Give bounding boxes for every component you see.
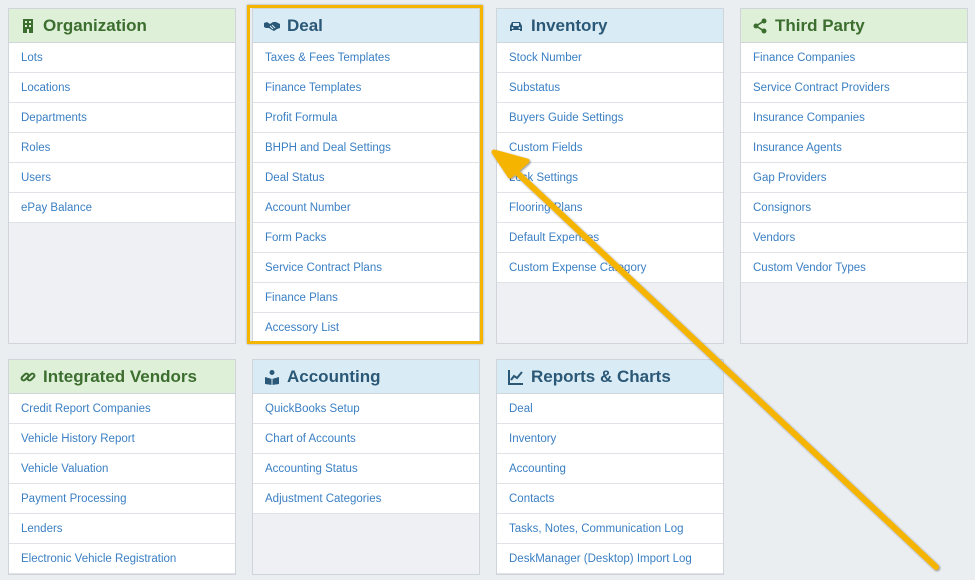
- third-party-item[interactable]: Finance Companies: [741, 43, 967, 73]
- organization-item[interactable]: Locations: [9, 73, 235, 103]
- inventory-list: Stock Number Substatus Buyers Guide Sett…: [497, 43, 723, 283]
- integrated-vendors-item[interactable]: Lenders: [9, 514, 235, 544]
- inventory-item[interactable]: Default Expenses: [497, 223, 723, 253]
- organization-item[interactable]: Lots: [9, 43, 235, 73]
- deal-item[interactable]: Taxes & Fees Templates: [253, 43, 479, 73]
- reports-header: Reports & Charts: [497, 360, 723, 394]
- inventory-item[interactable]: Buyers Guide Settings: [497, 103, 723, 133]
- users-book-icon: [264, 369, 280, 385]
- third-party-item[interactable]: Vendors: [741, 223, 967, 253]
- reports-title: Reports & Charts: [531, 366, 671, 386]
- integrated-vendors-item[interactable]: Electronic Vehicle Registration: [9, 544, 235, 574]
- reports-list: Deal Inventory Accounting Contacts Tasks…: [497, 394, 723, 574]
- reports-item[interactable]: Accounting: [497, 454, 723, 484]
- integrated-vendors-item[interactable]: Payment Processing: [9, 484, 235, 514]
- inventory-item[interactable]: Custom Fields: [497, 133, 723, 163]
- building-icon: [20, 18, 36, 34]
- inventory-panel: Inventory Stock Number Substatus Buyers …: [496, 8, 724, 344]
- organization-item[interactable]: Departments: [9, 103, 235, 133]
- inventory-item[interactable]: Lock Settings: [497, 163, 723, 193]
- third-party-panel: Third Party Finance Companies Service Co…: [740, 8, 968, 344]
- car-icon: [508, 18, 524, 34]
- integrated-vendors-header: Integrated Vendors: [9, 360, 235, 394]
- reports-panel: Reports & Charts Deal Inventory Accounti…: [496, 359, 724, 575]
- deal-title: Deal: [287, 15, 323, 35]
- organization-panel: Organization Lots Locations Departments …: [8, 8, 236, 344]
- deal-panel: Deal Taxes & Fees Templates Finance Temp…: [252, 8, 480, 344]
- deal-item[interactable]: BHPH and Deal Settings: [253, 133, 479, 163]
- inventory-title: Inventory: [531, 15, 608, 35]
- third-party-header: Third Party: [741, 9, 967, 43]
- reports-item[interactable]: DeskManager (Desktop) Import Log: [497, 544, 723, 574]
- line-chart-icon: [508, 369, 524, 385]
- deal-item[interactable]: Accessory List: [253, 313, 479, 343]
- handshake-icon: [264, 18, 280, 34]
- share-icon: [752, 18, 768, 34]
- third-party-item[interactable]: Consignors: [741, 193, 967, 223]
- accounting-title: Accounting: [287, 366, 381, 386]
- integrated-vendors-title: Integrated Vendors: [43, 366, 197, 386]
- reports-item[interactable]: Tasks, Notes, Communication Log: [497, 514, 723, 544]
- accounting-list: QuickBooks Setup Chart of Accounts Accou…: [253, 394, 479, 514]
- integrated-vendors-panel: Integrated Vendors Credit Report Compani…: [8, 359, 236, 575]
- third-party-item[interactable]: Custom Vendor Types: [741, 253, 967, 283]
- organization-header: Organization: [9, 9, 235, 43]
- reports-item[interactable]: Inventory: [497, 424, 723, 454]
- integrated-vendors-list: Credit Report Companies Vehicle History …: [9, 394, 235, 574]
- integrated-vendors-item[interactable]: Vehicle History Report: [9, 424, 235, 454]
- accounting-item[interactable]: QuickBooks Setup: [253, 394, 479, 424]
- inventory-item[interactable]: Stock Number: [497, 43, 723, 73]
- deal-item[interactable]: Deal Status: [253, 163, 479, 193]
- accounting-item[interactable]: Adjustment Categories: [253, 484, 479, 514]
- organization-item[interactable]: Users: [9, 163, 235, 193]
- link-icon: [20, 369, 36, 385]
- organization-item[interactable]: Roles: [9, 133, 235, 163]
- deal-item[interactable]: Finance Plans: [253, 283, 479, 313]
- integrated-vendors-item[interactable]: Vehicle Valuation: [9, 454, 235, 484]
- inventory-item[interactable]: Flooring Plans: [497, 193, 723, 223]
- deal-item[interactable]: Form Packs: [253, 223, 479, 253]
- reports-item[interactable]: Contacts: [497, 484, 723, 514]
- third-party-list: Finance Companies Service Contract Provi…: [741, 43, 967, 283]
- accounting-header: Accounting: [253, 360, 479, 394]
- reports-item[interactable]: Deal: [497, 394, 723, 424]
- third-party-title: Third Party: [775, 15, 865, 35]
- deal-item[interactable]: Finance Templates: [253, 73, 479, 103]
- deal-header: Deal: [253, 9, 479, 43]
- organization-title: Organization: [43, 15, 147, 35]
- accounting-panel: Accounting QuickBooks Setup Chart of Acc…: [252, 359, 480, 575]
- accounting-item[interactable]: Accounting Status: [253, 454, 479, 484]
- organization-list: Lots Locations Departments Roles Users e…: [9, 43, 235, 223]
- deal-list: Taxes & Fees Templates Finance Templates…: [253, 43, 479, 343]
- deal-item[interactable]: Account Number: [253, 193, 479, 223]
- inventory-item[interactable]: Substatus: [497, 73, 723, 103]
- deal-item[interactable]: Service Contract Plans: [253, 253, 479, 283]
- deal-item[interactable]: Profit Formula: [253, 103, 479, 133]
- accounting-item[interactable]: Chart of Accounts: [253, 424, 479, 454]
- integrated-vendors-item[interactable]: Credit Report Companies: [9, 394, 235, 424]
- third-party-item[interactable]: Insurance Companies: [741, 103, 967, 133]
- inventory-item[interactable]: Custom Expense Category: [497, 253, 723, 283]
- inventory-header: Inventory: [497, 9, 723, 43]
- organization-item[interactable]: ePay Balance: [9, 193, 235, 223]
- third-party-item[interactable]: Insurance Agents: [741, 133, 967, 163]
- third-party-item[interactable]: Service Contract Providers: [741, 73, 967, 103]
- third-party-item[interactable]: Gap Providers: [741, 163, 967, 193]
